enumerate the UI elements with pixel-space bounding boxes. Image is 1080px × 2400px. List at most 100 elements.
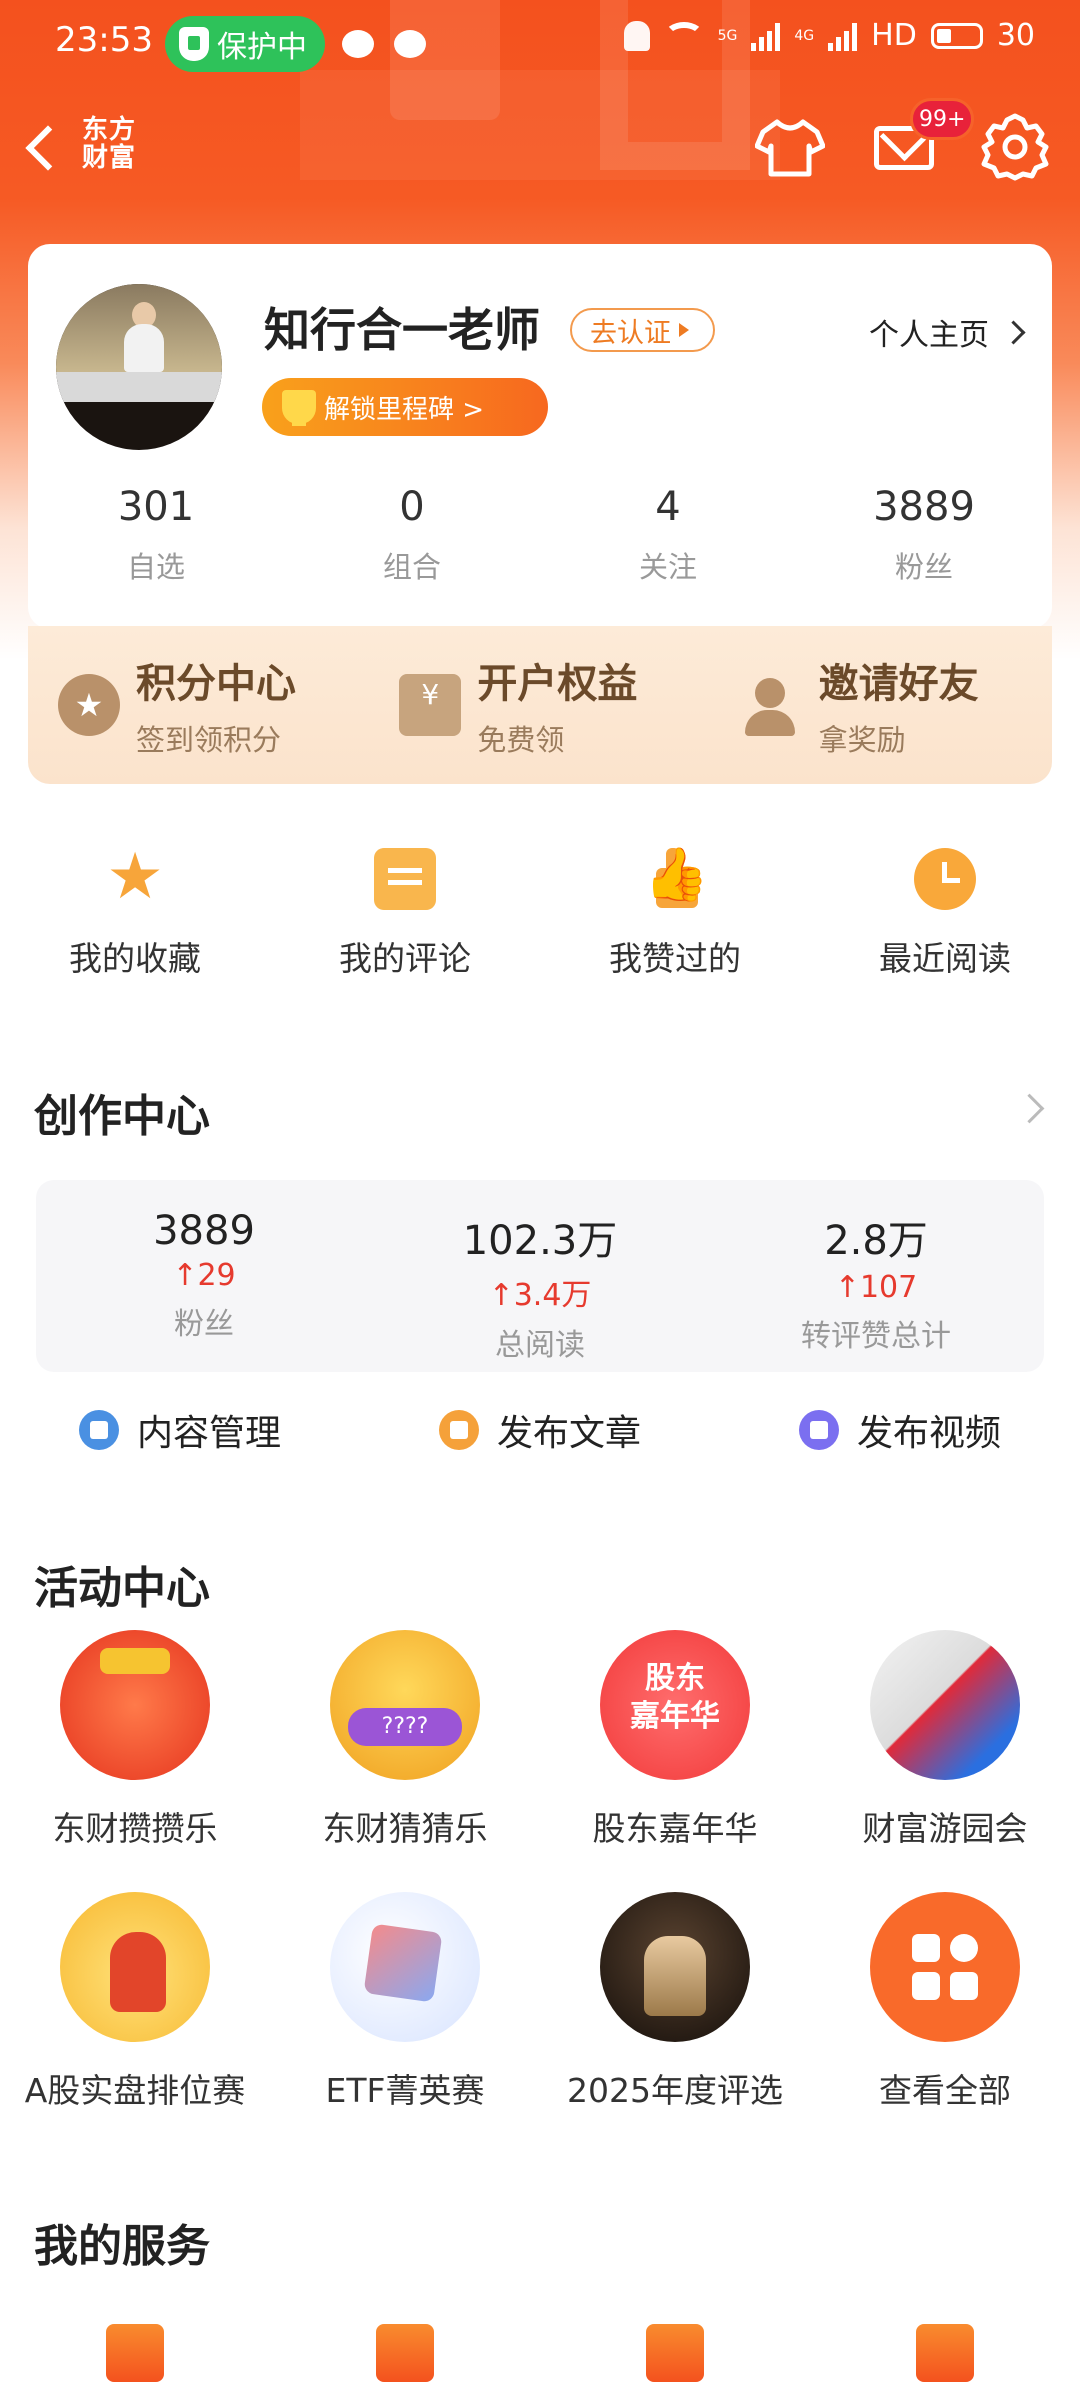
signal-icon: [751, 21, 781, 51]
activity-label: 查看全部: [879, 2071, 1011, 2110]
chevron-right-icon[interactable]: [1014, 1093, 1045, 1124]
quick-link-label: 我的评论: [339, 939, 471, 978]
activity-item[interactable]: 东财攒攒乐: [0, 1630, 270, 1892]
creation-stat-value: 3889: [153, 1208, 255, 1254]
invite-title: 邀请好友: [818, 661, 979, 707]
recent-reading-link[interactable]: 最近阅读: [810, 848, 1080, 980]
grid-icon: [870, 1892, 1020, 2042]
battery-icon: [930, 22, 983, 49]
verify-button[interactable]: 去认证: [570, 308, 715, 352]
creation-stat-delta: 107: [708, 1270, 1044, 1305]
gift-box-icon: [399, 674, 462, 736]
creation-stat-delta: 3.4万: [372, 1270, 708, 1314]
stat-label: 关注: [638, 550, 697, 584]
stat-label: 粉丝: [894, 550, 953, 584]
account-benefit-item[interactable]: 开户权益 免费领: [369, 626, 710, 784]
points-subtitle: 签到领积分: [136, 723, 282, 757]
status-bar: 23:53 保护中 5G 4G HD 30: [0, 0, 1080, 90]
signal-icon: [828, 21, 858, 51]
logo-line: 财富: [82, 143, 137, 173]
activity-item[interactable]: 股东 嘉年华 股东嘉年华: [540, 1630, 810, 1892]
bull-trophy-icon: [60, 1892, 210, 2042]
carnival-art-text: 嘉年华: [630, 1699, 720, 1734]
benefit-title: 开户权益: [477, 661, 638, 707]
activity-label: 东财攒攒乐: [52, 1809, 218, 1848]
comments-link[interactable]: 我的评论: [270, 848, 540, 980]
homepage-link[interactable]: 个人主页: [869, 310, 1026, 354]
stat-label: 自选: [126, 550, 185, 584]
favorites-link[interactable]: 我的收藏: [0, 840, 270, 980]
activity-label: 东财猜猜乐: [322, 1809, 488, 1848]
milestone-label: 解锁里程碑 >: [324, 394, 485, 425]
service-item[interactable]: [270, 2324, 540, 2382]
settings-gear-icon[interactable]: [980, 112, 1050, 182]
action-label: 发布文章: [496, 1413, 641, 1454]
service-item[interactable]: [540, 2324, 810, 2382]
coin-star-icon: [58, 674, 120, 736]
creation-stat-delta: 29: [36, 1258, 372, 1293]
message-badge: 99+: [910, 98, 975, 140]
activity-item[interactable]: 2025年度评选: [540, 1892, 810, 2154]
benefit-subtitle: 免费领: [477, 723, 565, 757]
skin-shirt-icon[interactable]: [755, 116, 825, 180]
cube-arrow-icon: [330, 1892, 480, 2042]
shield-icon: [179, 27, 209, 61]
profile-stats: 301 自选 0 组合 4 关注 3889 粉丝: [28, 484, 1052, 586]
activity-label: 2025年度评选: [567, 2071, 783, 2110]
activity-label: ETF菁英赛: [325, 2071, 485, 2110]
creation-stats: 3889 29 粉丝 102.3万 3.4万 总阅读 2.8万 107 转评赞总…: [36, 1180, 1044, 1372]
service-item[interactable]: [810, 2324, 1080, 2382]
network-5g-label: 5G: [717, 27, 738, 44]
yen-box-icon: [646, 2324, 704, 2382]
quick-link-label: 我赞过的: [609, 939, 741, 978]
stat-watchlist[interactable]: 301 自选: [28, 484, 284, 586]
golden-bull-icon: [600, 1892, 750, 2042]
system-icons: 5G 4G HD 30: [623, 18, 1035, 53]
services-row: [0, 2324, 1080, 2382]
protect-badge: 保护中: [165, 16, 325, 72]
stat-portfolio[interactable]: 0 组合: [284, 484, 540, 586]
activity-item[interactable]: 财富游园会: [810, 1630, 1080, 1892]
quick-links: 我的收藏 我的评论 我赞过的 最近阅读: [0, 840, 1080, 980]
creation-stat-engagement[interactable]: 2.8万 107 转评赞总计: [708, 1180, 1044, 1372]
network-4g-label: 4G: [794, 27, 815, 44]
mute-bell-icon: [623, 20, 650, 51]
publish-article-button[interactable]: 发布文章: [360, 1404, 720, 1456]
window-icon: [376, 2324, 434, 2382]
service-item[interactable]: [0, 2324, 270, 2382]
stat-value: 3889: [873, 484, 975, 530]
gift-box-icon: [60, 1630, 210, 1780]
chevron-right-icon: [1001, 319, 1026, 345]
carnival-art-text: 股东: [645, 1661, 705, 1696]
activity-item[interactable]: 东财猜猜乐: [270, 1630, 540, 1892]
document-icon: [438, 1410, 479, 1450]
quick-link-label: 最近阅读: [879, 939, 1011, 978]
stat-followers[interactable]: 3889 粉丝: [796, 484, 1052, 586]
activity-item[interactable]: A股实盘排位赛: [0, 1892, 270, 2154]
content-manage-button[interactable]: 内容管理: [0, 1404, 360, 1456]
creation-stat-reads[interactable]: 102.3万 3.4万 总阅读: [372, 1180, 708, 1372]
stat-following[interactable]: 4 关注: [540, 484, 796, 586]
invite-subtitle: 拿奖励: [818, 723, 906, 757]
creation-stat-value: 2.8万: [824, 1218, 928, 1264]
services-title: 我的服务: [34, 2221, 210, 2272]
creation-center-title[interactable]: 创作中心: [34, 1080, 210, 1144]
quick-link-label: 我的收藏: [69, 939, 201, 978]
liked-link[interactable]: 我赞过的: [540, 848, 810, 980]
milestone-button[interactable]: 解锁里程碑 >: [262, 378, 548, 436]
star-icon: [104, 840, 166, 914]
publish-video-button[interactable]: 发布视频: [720, 1404, 1080, 1456]
activity-item[interactable]: ETF菁英赛: [270, 1892, 540, 2154]
creation-stat-value: 102.3万: [462, 1218, 618, 1264]
stat-value: 4: [655, 484, 681, 530]
avatar[interactable]: [56, 284, 222, 450]
back-button[interactable]: [22, 118, 62, 178]
creation-stat-followers[interactable]: 3889 29 粉丝: [36, 1180, 372, 1372]
points-center-item[interactable]: 积分中心 签到领积分: [28, 626, 369, 784]
phone-prize-icon: [870, 1630, 1020, 1780]
invite-friends-item[interactable]: 邀请好友 拿奖励: [711, 626, 1052, 784]
points-banner: 积分中心 签到领积分 开户权益 免费领 邀请好友 拿奖励: [28, 626, 1052, 784]
comment-icon: [374, 848, 436, 910]
view-all-activities[interactable]: 查看全部: [810, 1892, 1080, 2154]
creation-actions: 内容管理 发布文章 发布视频: [0, 1404, 1080, 1456]
